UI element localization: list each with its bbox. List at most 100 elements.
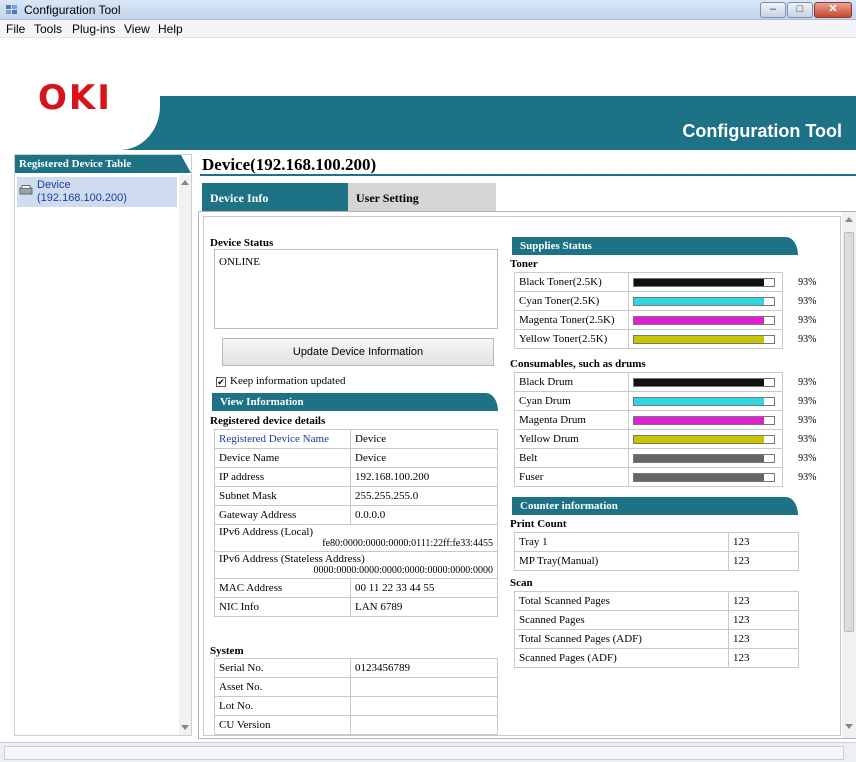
oki-logo: OKI bbox=[38, 78, 112, 118]
scroll-down-icon[interactable] bbox=[845, 724, 853, 729]
consumable-name: Cyan Drum bbox=[514, 391, 629, 411]
counter-value: 123 bbox=[728, 648, 799, 668]
consumable-level-bar bbox=[633, 453, 775, 463]
system-label: System bbox=[210, 645, 244, 657]
detail-value: Device bbox=[350, 429, 498, 449]
toner-level-fill bbox=[634, 316, 764, 324]
toner-bar-cell bbox=[628, 272, 783, 292]
ipv6-local-value: fe80:0000:0000:0000:0111:22ff:fe33:4455 bbox=[322, 538, 493, 549]
scroll-up-icon[interactable] bbox=[181, 180, 189, 185]
toner-level-fill bbox=[634, 297, 764, 305]
table-row: Registered Device Name Device bbox=[214, 429, 498, 449]
consumable-level-bar bbox=[633, 434, 775, 444]
counter-key: MP Tray(Manual) bbox=[514, 551, 729, 571]
tab-device-info[interactable]: Device Info bbox=[202, 183, 348, 211]
content-scrollbar[interactable] bbox=[842, 212, 856, 738]
minimize-button[interactable]: – bbox=[760, 2, 786, 18]
toner-bar-cell bbox=[628, 329, 783, 349]
banner-title: Configuration Tool bbox=[682, 121, 842, 141]
detail-key: Registered Device Name bbox=[214, 429, 351, 449]
close-button[interactable]: ✕ bbox=[814, 2, 852, 18]
consumable-bar-cell bbox=[628, 448, 783, 468]
table-row: Gateway Address 0.0.0.0 bbox=[214, 505, 498, 525]
table-row: Scanned Pages (ADF) 123 bbox=[514, 648, 799, 668]
device-tree-panel: Registered Device Table Device (192.168.… bbox=[14, 154, 192, 736]
menu-help[interactable]: Help bbox=[158, 22, 183, 36]
detail-key: Device Name bbox=[214, 448, 351, 468]
menu-bar: File Tools Plug-ins View Help bbox=[0, 20, 856, 38]
scroll-down-icon[interactable] bbox=[181, 725, 189, 730]
scroll-up-icon[interactable] bbox=[845, 217, 853, 222]
tab-user-setting[interactable]: User Setting bbox=[348, 183, 496, 211]
registered-details-label: Registered device details bbox=[210, 415, 326, 427]
consumable-bar-cell bbox=[628, 410, 783, 430]
consumable-level-bar bbox=[633, 377, 775, 387]
menu-plugins[interactable]: Plug-ins bbox=[72, 22, 115, 36]
table-row: Total Scanned Pages (ADF) 123 bbox=[514, 629, 799, 649]
consumable-percent: 93% bbox=[798, 395, 817, 407]
toner-label: Toner bbox=[510, 258, 538, 270]
table-row: IPv6 Address (Local) fe80:0000:0000:0000:… bbox=[214, 524, 498, 552]
menu-tools[interactable]: Tools bbox=[34, 22, 62, 36]
system-value bbox=[350, 696, 498, 716]
table-row: Subnet Mask 255.255.255.0 bbox=[214, 486, 498, 506]
system-value bbox=[350, 715, 498, 735]
toner-name: Yellow Toner(2.5K) bbox=[514, 329, 629, 349]
system-key: CU Version bbox=[214, 715, 351, 735]
toner-percent: 93% bbox=[798, 314, 817, 326]
tree-item-device[interactable]: Device (192.168.100.200) bbox=[17, 177, 177, 207]
maximize-button[interactable]: □ bbox=[787, 2, 813, 18]
consumable-percent: 93% bbox=[798, 452, 817, 464]
counter-value: 123 bbox=[728, 629, 799, 649]
update-device-info-button[interactable]: Update Device Information bbox=[222, 338, 494, 366]
table-row: Belt 93% bbox=[514, 448, 823, 468]
ipv6-local-cell: IPv6 Address (Local) fe80:0000:0000:0000:… bbox=[214, 524, 498, 552]
consumable-percent: 93% bbox=[798, 433, 817, 445]
device-status-box: ONLINE bbox=[214, 249, 498, 329]
close-icon: ✕ bbox=[828, 3, 838, 15]
consumable-level-fill bbox=[634, 473, 764, 481]
tree-item-address: (192.168.100.200) bbox=[37, 192, 127, 204]
minimize-icon: – bbox=[769, 3, 777, 15]
table-row: CU Version bbox=[214, 715, 498, 735]
table-row: Yellow Toner(2.5K) 93% bbox=[514, 329, 823, 349]
consumable-percent: 93% bbox=[798, 414, 817, 426]
menu-file[interactable]: File bbox=[6, 22, 25, 36]
consumables-table: Black Drum 93% Cyan Drum 93% Magenta Drum 9… bbox=[514, 372, 823, 487]
detail-value: Device bbox=[350, 448, 498, 468]
table-row: Serial No. 0123456789 bbox=[214, 658, 498, 678]
consumable-level-fill bbox=[634, 416, 764, 424]
sidebar-scrollbar[interactable] bbox=[179, 175, 191, 735]
tree-item-name: Device bbox=[37, 179, 71, 191]
consumable-level-fill bbox=[634, 435, 764, 443]
counter-key: Tray 1 bbox=[514, 532, 729, 552]
keep-updated-checkbox[interactable]: ✔ bbox=[216, 377, 226, 387]
table-row: IP address 192.168.100.200 bbox=[214, 467, 498, 487]
table-row: MAC Address 00 11 22 33 44 55 bbox=[214, 578, 498, 598]
toner-table: Black Toner(2.5K) 93% Cyan Toner(2.5K) 93%… bbox=[514, 272, 823, 349]
consumable-bar-cell bbox=[628, 429, 783, 449]
detail-key: NIC Info bbox=[214, 597, 351, 617]
toner-percent: 93% bbox=[798, 295, 817, 307]
counter-information-header: Counter information bbox=[512, 497, 798, 515]
table-row: Fuser 93% bbox=[514, 467, 823, 487]
scrollbar-thumb[interactable] bbox=[844, 232, 854, 632]
scan-count-table: Total Scanned Pages 123 Scanned Pages 123 … bbox=[514, 591, 799, 668]
consumable-name: Black Drum bbox=[514, 372, 629, 392]
toner-name: Black Toner(2.5K) bbox=[514, 272, 629, 292]
toner-level-fill bbox=[634, 335, 764, 343]
device-details-table: Registered Device Name Device Device Name… bbox=[214, 429, 498, 617]
banner: OKI Configuration Tool bbox=[0, 38, 856, 150]
scan-label: Scan bbox=[510, 577, 533, 589]
system-value bbox=[350, 677, 498, 697]
counter-key: Total Scanned Pages (ADF) bbox=[514, 629, 729, 649]
consumable-level-fill bbox=[634, 378, 764, 386]
view-information-header: View Information bbox=[212, 393, 498, 411]
window-title: Configuration Tool bbox=[24, 3, 121, 17]
consumable-percent: 93% bbox=[798, 471, 817, 483]
device-status-value: ONLINE bbox=[219, 256, 260, 268]
maximize-icon: □ bbox=[796, 3, 804, 15]
menu-view[interactable]: View bbox=[124, 22, 150, 36]
consumable-level-bar bbox=[633, 415, 775, 425]
table-row: Scanned Pages 123 bbox=[514, 610, 799, 630]
